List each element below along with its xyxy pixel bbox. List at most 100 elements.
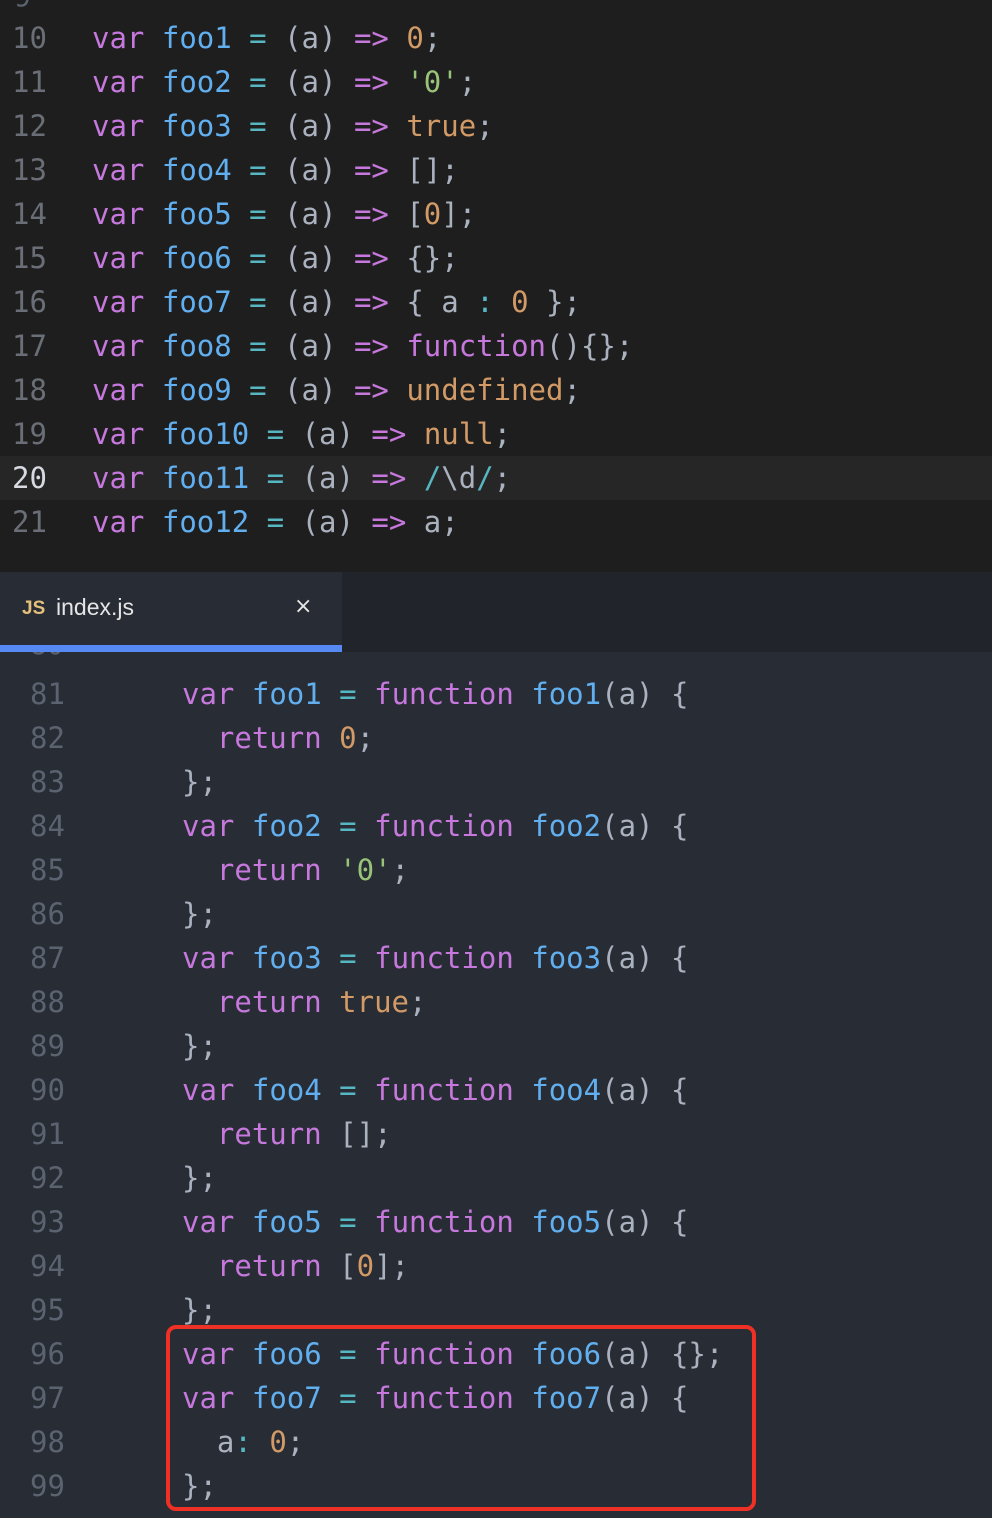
code-token: var [92,505,145,539]
line-number: 94 [30,1249,65,1283]
line-number: 21 [12,505,47,539]
code-line[interactable]: 19 var foo10 = (a) => null; [0,412,992,456]
code-line[interactable]: 94 return [0]; [0,1244,992,1288]
code-line[interactable]: 21 var foo12 = (a) => a; [0,500,992,544]
line-number: 96 [30,1337,65,1371]
code-line[interactable]: 12 var foo3 = (a) => true; [0,104,992,148]
code-token: a; [406,505,459,539]
code-line[interactable]: 18 var foo9 = (a) => undefined; [0,368,992,412]
code-token: foo2 [531,809,602,843]
code-token: (a) [266,285,354,319]
tab-index-js[interactable]: JS index.js × [0,572,342,652]
code-token: (a) [284,505,372,539]
code-token: null [423,417,494,451]
code-text: }; [182,760,217,804]
code-line[interactable]: 15 var foo6 = (a) => {}; [0,236,992,280]
code-token: foo10 [161,417,250,451]
code-token: foo9 [161,373,232,407]
code-token: function [374,941,514,975]
line-number: 82 [30,721,65,755]
close-icon[interactable]: × [294,594,312,619]
code-text: var foo5 = (a) => [0]; [92,192,476,236]
line-number: 17 [12,329,47,363]
code-line[interactable]: 89}; [0,1024,992,1068]
code-line[interactable]: 88 return true; [0,980,992,1024]
code-token: { a [388,285,477,319]
code-line[interactable]: 91 return []; [0,1112,992,1156]
code-token: var [92,285,145,319]
code-token: (a) { [601,809,689,843]
code-token: }; [182,765,217,799]
line-number: 15 [12,241,47,275]
code-token: var [92,417,145,451]
code-line[interactable]: 13 var foo4 = (a) => []; [0,148,992,192]
code-token: = [339,941,357,975]
code-line[interactable]: 87 var foo3 = function foo3(a) { [0,936,992,980]
code-line[interactable]: 93 var foo5 = function foo5(a) { [0,1200,992,1244]
code-token: ; [458,65,477,99]
code-token: => [353,153,389,187]
code-line[interactable]: 92}; [0,1156,992,1200]
code-line[interactable]: 83}; [0,760,992,804]
code-line[interactable]: 90 var foo4 = function foo4(a) { [0,1068,992,1112]
code-line[interactable]: 16 var foo7 = (a) => { a : 0 }; [0,280,992,324]
code-token: (a) { [601,677,689,711]
code-token: = [266,505,285,539]
code-text: var foo10 = (a) => null; [92,412,511,456]
code-token: foo7 [161,285,232,319]
code-line[interactable]: 17 var foo8 = (a) => function(){}; [0,324,992,368]
code-token: var [182,941,235,975]
code-line[interactable]: 10 var foo1 = (a) => 0; [0,16,992,60]
code-token: foo11 [161,461,250,495]
code-token: (a) [266,153,354,187]
code-token: []; [388,153,459,187]
code-token: = [249,65,267,99]
line-number: 89 [30,1029,65,1063]
code-token: (a) { [601,941,689,975]
code-line[interactable]: 14 var foo5 = (a) => [0]; [0,192,992,236]
code-line[interactable]: 20 var foo11 = (a) => /\d/; [0,456,992,500]
code-line[interactable]: 85 return '0'; [0,848,992,892]
code-token: }; [182,1029,217,1063]
code-text: var foo1 = function foo1(a) { [182,672,688,716]
line-number: 13 [12,153,47,187]
bottom-editor-pane[interactable]: 80 81var foo1 = function foo1(a) {82 ret… [0,652,992,1518]
code-token: foo4 [531,1073,602,1107]
code-text: }; [182,892,217,936]
code-line[interactable]: 11 var foo2 = (a) => '0'; [0,60,992,104]
code-text: var foo3 = (a) => true; [92,104,494,148]
code-text: return []; [182,1112,392,1156]
top-editor-pane[interactable]: 9 10 var foo1 = (a) => 0; 11 var foo2 = (a)… [0,0,992,572]
line-number-cut: 9 [14,0,31,13]
code-line[interactable]: 86}; [0,892,992,936]
code-text: var foo6 = (a) => {}; [92,236,459,280]
code-token: (a) [266,65,354,99]
code-text: }; [182,1156,217,1200]
js-file-icon: JS [22,598,46,619]
line-number: 95 [30,1293,65,1327]
code-line[interactable]: 82 return 0; [0,716,992,760]
code-token: foo2 [161,65,232,99]
code-line[interactable]: 81 var foo1 = function foo1(a) { [0,672,992,716]
code-text: var foo7 = (a) => { a : 0 }; [92,280,581,324]
code-token: function [374,677,514,711]
line-number: 86 [30,897,65,931]
code-line[interactable]: 84 var foo2 = function foo2(a) { [0,804,992,848]
code-token: ]; [441,197,477,231]
code-text: var foo12 = (a) => a; [92,500,459,544]
